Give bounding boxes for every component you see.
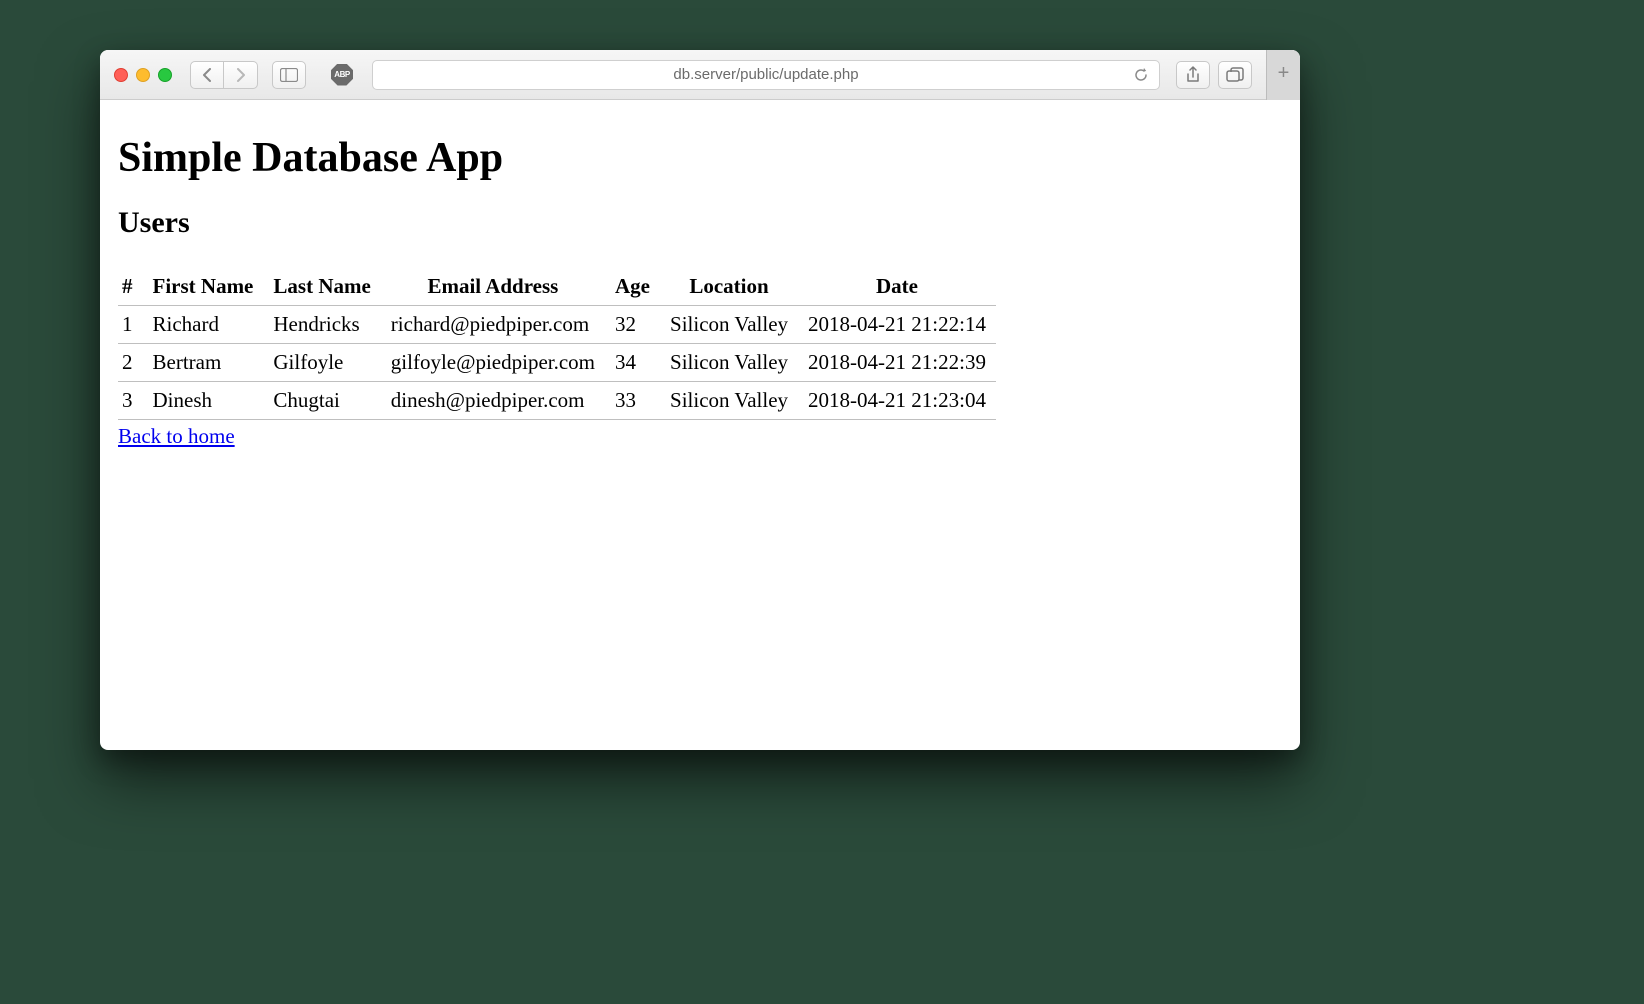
page-subtitle: Users [118, 206, 1282, 240]
browser-toolbar: ABP db.server/public/update.php [100, 50, 1300, 100]
page-title: Simple Database App [118, 134, 1282, 182]
adblock-button[interactable]: ABP [328, 61, 356, 89]
browser-window: ABP db.server/public/update.php [100, 50, 1300, 750]
col-email: Email Address [381, 268, 605, 306]
cell-id: 2 [118, 344, 143, 382]
cell-id: 1 [118, 306, 143, 344]
url-text: db.server/public/update.php [673, 66, 858, 83]
page-content: Simple Database App Users # First Name L… [100, 100, 1300, 750]
cell-location: Silicon Valley [660, 344, 798, 382]
cell-age: 32 [605, 306, 660, 344]
sidebar-button[interactable] [272, 61, 306, 89]
tabs-icon [1226, 67, 1244, 83]
sidebar-icon [280, 68, 298, 82]
reload-button[interactable] [1133, 67, 1149, 83]
cell-age: 33 [605, 382, 660, 420]
address-bar[interactable]: db.server/public/update.php [372, 60, 1160, 90]
table-header-row: # First Name Last Name Email Address Age… [118, 268, 996, 306]
cell-email: dinesh@piedpiper.com [381, 382, 605, 420]
col-date: Date [798, 268, 996, 306]
col-last-name: Last Name [263, 268, 380, 306]
forward-button[interactable] [224, 61, 258, 89]
chevron-left-icon [201, 68, 213, 82]
cell-age: 34 [605, 344, 660, 382]
back-button[interactable] [190, 61, 224, 89]
cell-last-name: Chugtai [263, 382, 380, 420]
table-row: 2 Bertram Gilfoyle gilfoyle@piedpiper.co… [118, 344, 996, 382]
table-row: 3 Dinesh Chugtai dinesh@piedpiper.com 33… [118, 382, 996, 420]
new-tab-button[interactable]: + [1266, 50, 1300, 100]
col-first-name: First Name [143, 268, 264, 306]
cell-date: 2018-04-21 21:23:04 [798, 382, 996, 420]
back-to-home-link[interactable]: Back to home [118, 424, 235, 449]
cell-first-name: Dinesh [143, 382, 264, 420]
window-controls [114, 68, 172, 82]
plus-icon: + [1278, 62, 1290, 85]
cell-email: gilfoyle@piedpiper.com [381, 344, 605, 382]
users-table: # First Name Last Name Email Address Age… [118, 268, 996, 420]
cell-email: richard@piedpiper.com [381, 306, 605, 344]
cell-first-name: Bertram [143, 344, 264, 382]
nav-buttons [190, 61, 258, 89]
col-age: Age [605, 268, 660, 306]
tabs-button[interactable] [1218, 61, 1252, 89]
minimize-window-button[interactable] [136, 68, 150, 82]
share-icon [1185, 66, 1201, 84]
cell-last-name: Gilfoyle [263, 344, 380, 382]
chevron-right-icon [235, 68, 247, 82]
col-location: Location [660, 268, 798, 306]
abp-icon: ABP [331, 64, 353, 86]
cell-date: 2018-04-21 21:22:14 [798, 306, 996, 344]
close-window-button[interactable] [114, 68, 128, 82]
reload-icon [1133, 67, 1149, 83]
cell-date: 2018-04-21 21:22:39 [798, 344, 996, 382]
maximize-window-button[interactable] [158, 68, 172, 82]
cell-location: Silicon Valley [660, 306, 798, 344]
cell-location: Silicon Valley [660, 382, 798, 420]
cell-first-name: Richard [143, 306, 264, 344]
table-row: 1 Richard Hendricks richard@piedpiper.co… [118, 306, 996, 344]
cell-id: 3 [118, 382, 143, 420]
share-button[interactable] [1176, 61, 1210, 89]
cell-last-name: Hendricks [263, 306, 380, 344]
col-id: # [118, 268, 143, 306]
